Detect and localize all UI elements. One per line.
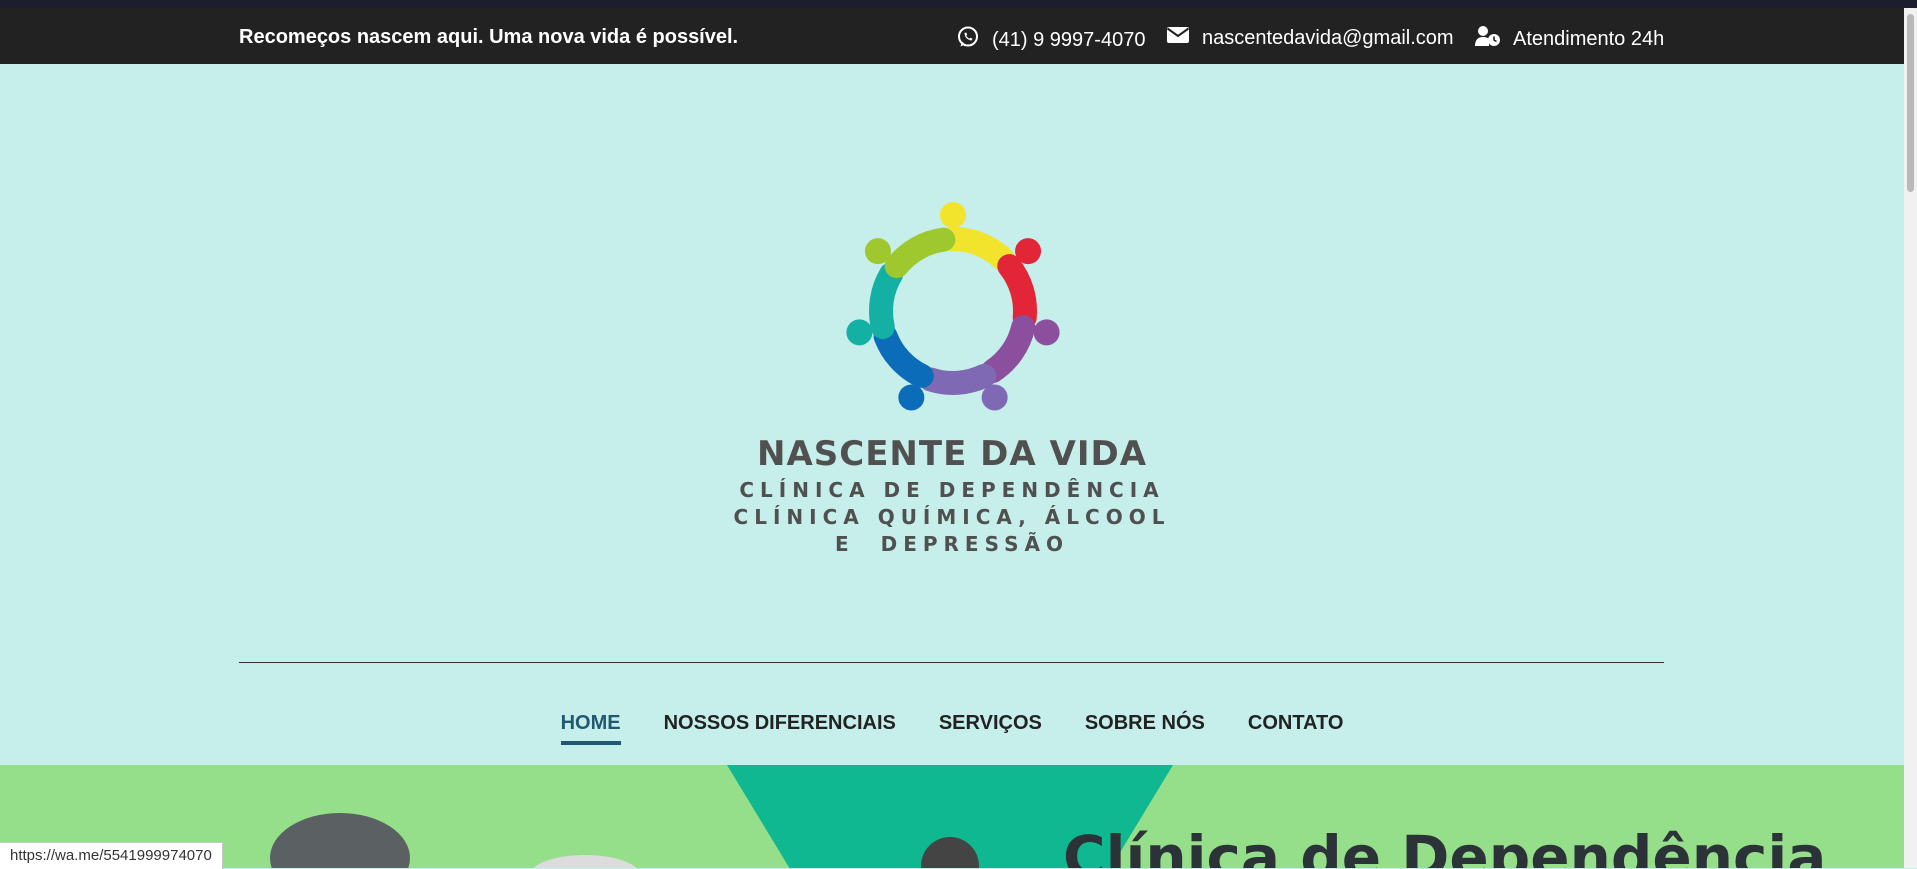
user-clock-icon xyxy=(1475,25,1513,53)
logo-person-body xyxy=(918,363,997,395)
nav-item-nossos-diferenciais[interactable]: NOSSOS DIFERENCIAIS xyxy=(664,712,896,745)
nav-item-servicos[interactable]: SERVIÇOS xyxy=(939,712,1042,745)
logo-person-body xyxy=(941,227,1015,271)
status-bar-url: https://wa.me/5541999974070 xyxy=(0,842,223,869)
hero-photo-person-2 xyxy=(530,855,640,868)
window-top-edge xyxy=(0,0,1917,8)
tagline: Recomeços nascem aqui. Uma nova vida é p… xyxy=(239,26,739,48)
nav-item-home[interactable]: HOME xyxy=(560,712,621,745)
people-circle-logo-icon xyxy=(846,202,1060,411)
brand-subtitle-line-2: CLÍNICA QUÍMICA, ÁLCOOL xyxy=(733,505,1171,529)
logo-person-head xyxy=(846,319,873,346)
envelope-icon xyxy=(1166,25,1202,51)
email-link[interactable]: nascentedavida@gmail.com xyxy=(1166,25,1454,51)
brand-name: NASCENTE DA VIDA xyxy=(756,434,1148,474)
phone-link[interactable]: (41) 9 9997-4070 xyxy=(956,25,1145,55)
header-divider xyxy=(239,662,1664,663)
service-hours-label: Atendimento 24h xyxy=(1513,27,1665,50)
top-bar: Recomeços nascem aqui. Uma nova vida é p… xyxy=(0,8,1904,64)
main-navigation: HOME NOSSOS DIFERENCIAIS SERVIÇOS SOBRE … xyxy=(0,712,1904,745)
email-address: nascentedavida@gmail.com xyxy=(1202,26,1454,49)
logo-person-body xyxy=(980,315,1036,384)
logo-person-head xyxy=(1033,319,1060,346)
logo-person-body xyxy=(873,324,934,388)
nav-item-contato[interactable]: CONTATO xyxy=(1248,712,1344,745)
brand-subtitle-line-1: CLÍNICA DE DEPENDÊNCIA xyxy=(739,478,1165,502)
phone-number: (41) 9 9997-4070 xyxy=(992,28,1146,51)
hero-photo-person xyxy=(270,813,410,868)
logo-person-body xyxy=(869,262,904,340)
page-scrollbar[interactable] xyxy=(1904,8,1917,868)
logo-person-body xyxy=(884,227,956,279)
scrollbar-thumb[interactable] xyxy=(1907,14,1914,192)
whatsapp-icon xyxy=(956,25,992,55)
nav-item-sobre-nos[interactable]: SOBRE NÓS xyxy=(1085,712,1205,745)
hero-title: Clínica de Dependência xyxy=(1063,823,1827,868)
clinic-logo[interactable] xyxy=(838,196,1068,426)
logo-person-body xyxy=(997,254,1037,330)
brand-subtitle-line-3: E DEPRESSÃO xyxy=(835,532,1069,556)
logo-person-head xyxy=(981,384,1008,411)
logo-person-head xyxy=(898,384,925,411)
logo-person-head xyxy=(1015,238,1042,265)
service-hours: Atendimento 24h xyxy=(1475,25,1664,53)
logo-person-head xyxy=(940,202,966,228)
hero-section: Clínica de Dependência xyxy=(0,765,1904,868)
logo-person-head xyxy=(864,238,891,265)
